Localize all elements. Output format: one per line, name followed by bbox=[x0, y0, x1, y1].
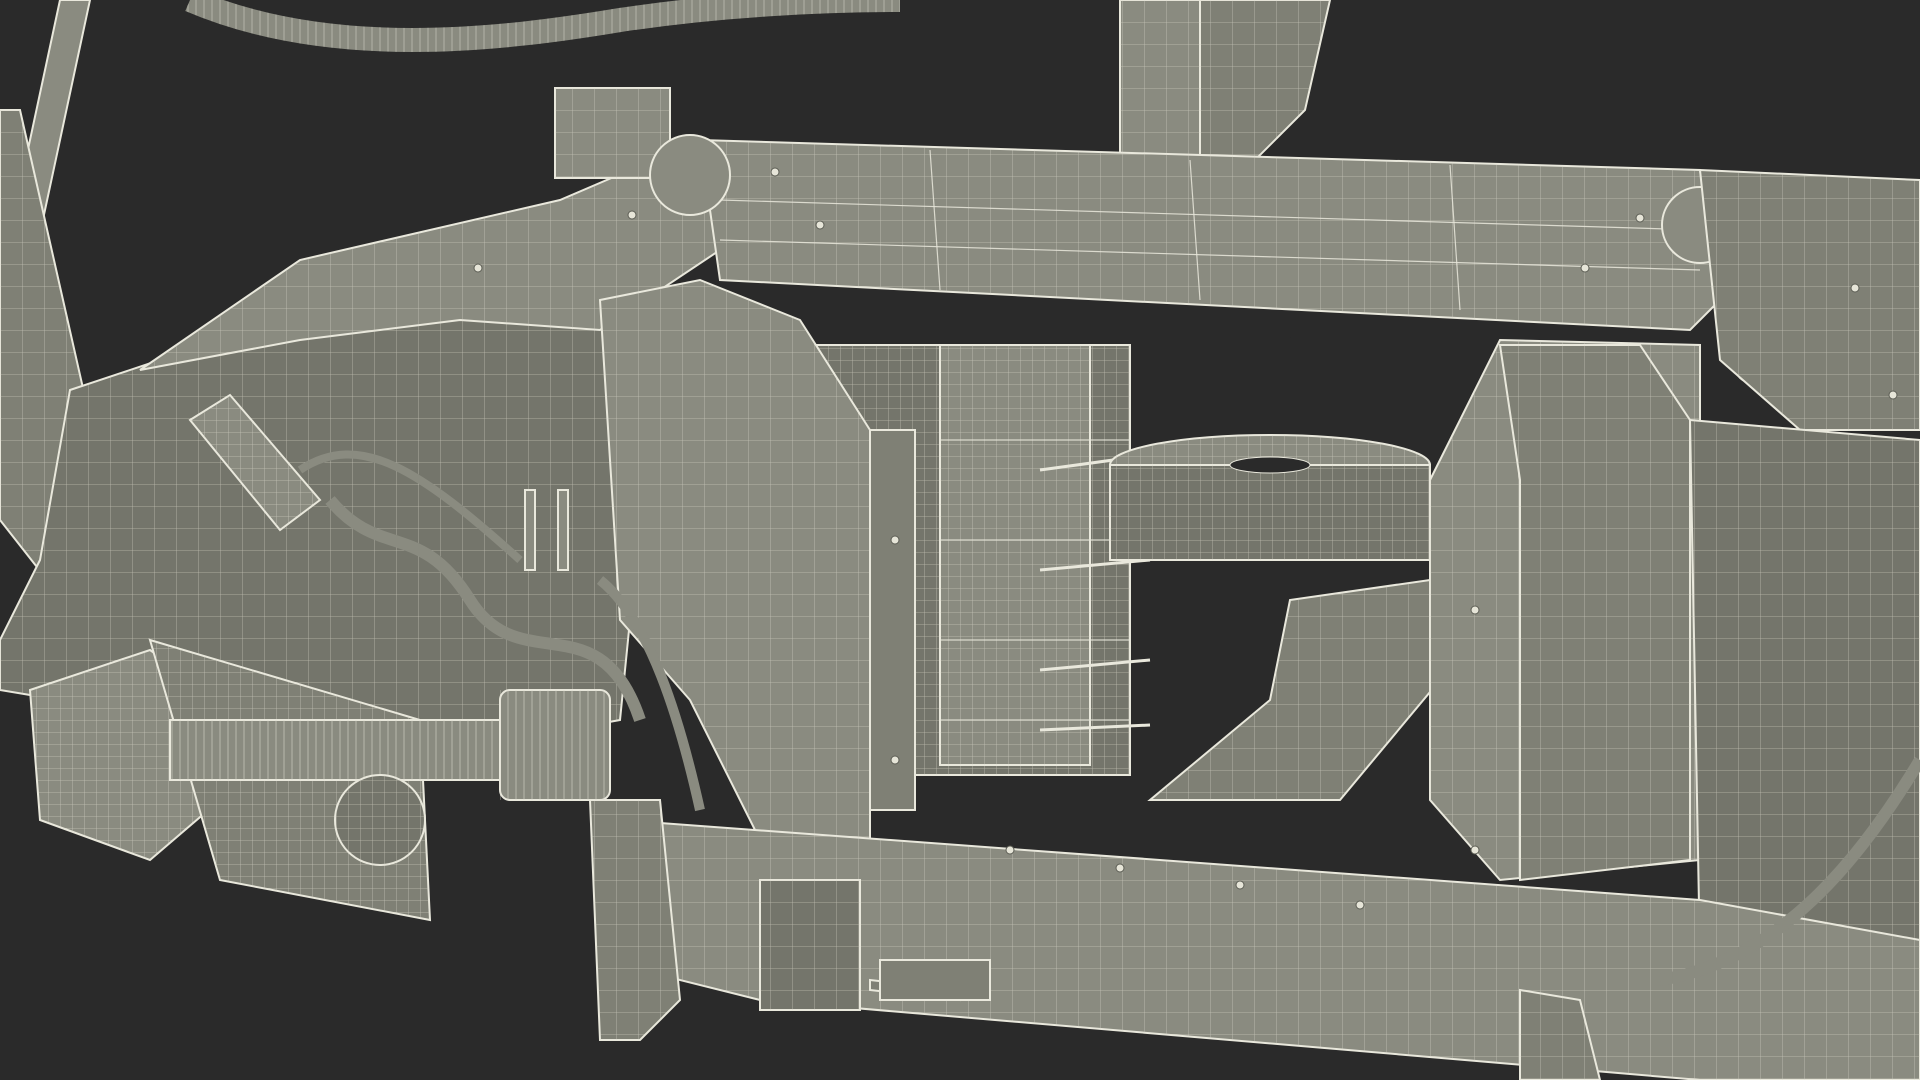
machine-wireframe-model bbox=[0, 0, 1920, 1080]
pivot-left bbox=[649, 134, 731, 216]
valve bbox=[524, 489, 536, 571]
blade-disc bbox=[1109, 434, 1431, 561]
wireframe-render bbox=[0, 0, 1920, 1080]
